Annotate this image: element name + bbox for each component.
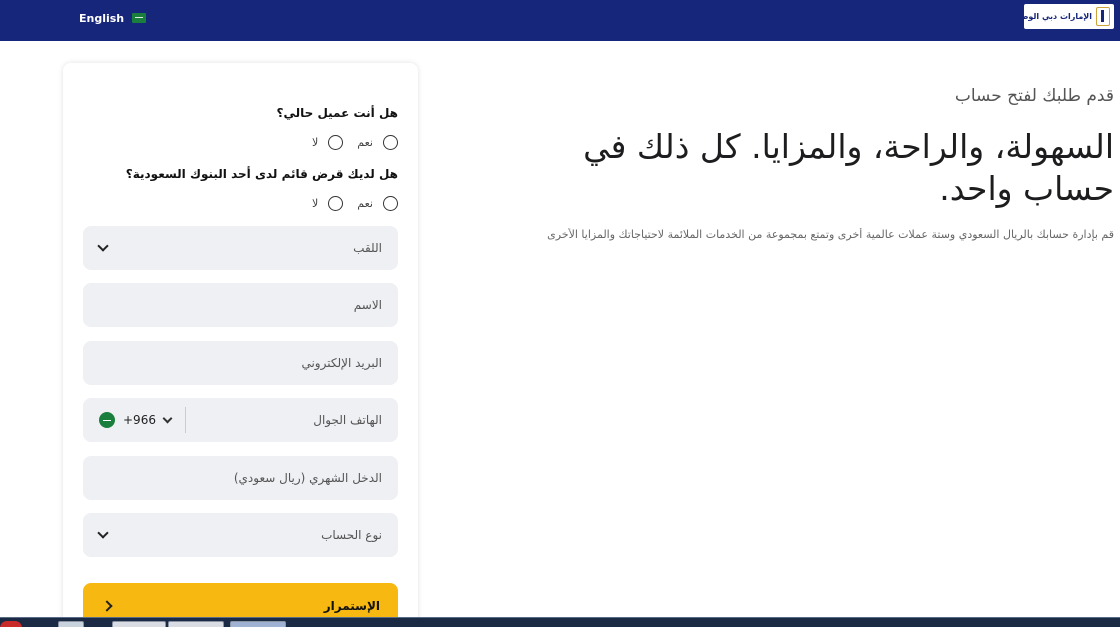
hero-description: قم بإدارة حسابك بالريال السعودي وستة عمل… [547, 228, 1114, 241]
mobile-phone-input[interactable]: الهاتف الجوال [186, 413, 382, 427]
email-input[interactable]: البريد الإلكتروني [83, 341, 398, 385]
email-placeholder: البريد الإلكتروني [301, 356, 382, 370]
mobile-phone-field: الهاتف الجوال +966 [83, 398, 398, 442]
continue-label: الإستمرار [323, 599, 380, 613]
existing-customer-no-option[interactable]: لا [312, 135, 344, 150]
hero-title: السهولة، والراحة، والمزايا. كل ذلك في حس… [583, 127, 1114, 208]
account-type-value: نوع الحساب [321, 528, 382, 542]
start-button-icon[interactable] [0, 621, 22, 627]
account-type-select[interactable]: نوع الحساب [83, 513, 398, 557]
radio-yes-circle[interactable] [383, 135, 398, 150]
logo-mark-icon [1096, 7, 1110, 26]
logo-text: الإمارات دبي الوطني [1009, 12, 1092, 21]
existing-loan-question: هل لديك قرض قائم لدى أحد البنوك السعودية… [125, 167, 398, 181]
existing-loan-no-option[interactable]: لا [312, 196, 344, 211]
yes-label: نعم [357, 136, 373, 149]
no-label: لا [312, 136, 319, 149]
os-taskbar [0, 617, 1120, 627]
saudi-flag-icon [132, 13, 147, 23]
existing-loan-yes-option[interactable]: نعم [357, 196, 398, 211]
existing-customer-yes-option[interactable]: نعم [357, 135, 398, 150]
name-placeholder: الاسم [353, 298, 382, 312]
existing-loan-radio-group: نعم لا [298, 196, 398, 211]
hero-subtitle: قدم طلبك لفتح حساب [954, 86, 1114, 106]
radio-yes-circle[interactable] [383, 196, 398, 211]
title-select[interactable]: اللقب [83, 226, 398, 270]
chevron-down-icon [162, 413, 173, 423]
radio-no-circle[interactable] [328, 135, 344, 150]
name-input[interactable]: الاسم [83, 283, 398, 327]
language-switch[interactable]: English [79, 10, 147, 26]
taskbar-window-button[interactable] [112, 621, 166, 627]
country-code-value: +966 [123, 413, 156, 427]
yes-label: نعم [357, 197, 373, 210]
page: English الإمارات دبي الوطني قدم طلبك لفت… [0, 0, 1120, 627]
language-label: English [79, 11, 125, 25]
monthly-income-input[interactable]: الدخل الشهري (ريال سعودي) [83, 456, 398, 500]
bank-logo[interactable]: الإمارات دبي الوطني [1010, 4, 1114, 29]
existing-customer-radio-group: نعم لا [298, 135, 398, 150]
saudi-flag-icon [99, 412, 115, 428]
taskbar-window-button[interactable] [168, 621, 224, 627]
country-code-select[interactable]: +966 [99, 407, 186, 433]
existing-customer-question: هل أنت عميل حالي؟ [276, 106, 399, 120]
radio-no-circle[interactable] [328, 196, 344, 211]
taskbar-window-button[interactable] [230, 621, 286, 627]
taskbar-browser-icon[interactable] [58, 621, 84, 627]
application-form-card: هل أنت عميل حالي؟ نعم لا هل لديك قرض قائ… [63, 63, 418, 627]
title-select-value: اللقب [353, 241, 382, 255]
monthly-income-placeholder: الدخل الشهري (ريال سعودي) [233, 471, 382, 485]
top-header: English الإمارات دبي الوطني [0, 0, 1120, 41]
no-label: لا [312, 197, 319, 210]
